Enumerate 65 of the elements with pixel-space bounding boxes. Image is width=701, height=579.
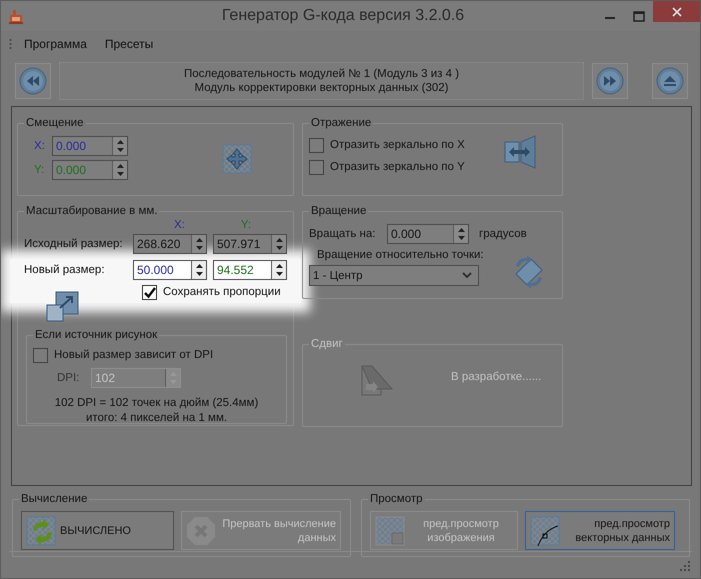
group-title: Масштабирование в мм. — [26, 205, 158, 217]
column-header: Y: — [240, 219, 252, 233]
caret-icon — [462, 272, 472, 279]
group-title: Смещение — [26, 117, 84, 129]
resize-grip-icon[interactable] — [680, 561, 690, 571]
window-title: Генератор G-кода версия 3.2.0.6 — [220, 7, 466, 25]
dropdown[interactable]: 1 - Центр — [309, 265, 479, 286]
group-title: Просмотр — [370, 493, 423, 505]
rewind-icon — [19, 67, 47, 95]
column-header: X: — [174, 219, 185, 233]
vector-button[interactable]: пред.просмотр векторных данных — [524, 511, 675, 550]
app-icon — [8, 8, 24, 24]
fast-forward-icon — [596, 67, 624, 95]
shear-icon — [361, 365, 393, 396]
number-field[interactable]: 0.000 — [52, 136, 128, 156]
dpi-note: 102 DPI = 102 точек на дюйм (25.4мм) — [54, 396, 258, 411]
group-title: Сдвиг — [311, 338, 343, 350]
refresh-icon — [26, 516, 56, 546]
number-field[interactable]: 94.552 — [213, 260, 287, 280]
group-title: Отражение — [311, 117, 372, 129]
curve-preview-icon — [530, 516, 560, 546]
group-title: Если источник рисунок — [35, 329, 158, 341]
checkbox[interactable] — [309, 138, 324, 152]
field-label: X: — [34, 140, 46, 152]
move-arrows-icon — [222, 144, 252, 174]
checkbox[interactable] — [142, 284, 157, 300]
checkmark-icon — [142, 286, 156, 298]
eject-icon — [656, 67, 684, 95]
group-title: Вращение — [311, 205, 366, 217]
spin-arrows-icon[interactable] — [276, 264, 282, 276]
mirror-icon — [503, 134, 537, 170]
sequence-text: Последовательность модулей № 1 (Модуль 3 из 4 ) — [184, 67, 460, 81]
field-label: Новый размер: — [24, 264, 106, 276]
field-label: Вращать на: — [309, 228, 376, 240]
field-label: Y: — [34, 164, 46, 176]
eject-button[interactable] — [652, 63, 688, 99]
number-field[interactable]: 268.620 — [133, 234, 207, 254]
checkbox-label: Отразить зеркально по Y — [330, 161, 465, 173]
field-label: DPI: — [57, 372, 80, 384]
maximize-icon[interactable] — [632, 10, 644, 22]
field-label: Исходный размер: — [24, 238, 124, 250]
calculate-button[interactable]: ВЫЧИСЛЕНО — [21, 511, 174, 550]
status-note: В разработке...... — [451, 371, 542, 383]
checkbox-label: Отразить зеркально по X — [330, 139, 465, 151]
grip-icon — [9, 38, 12, 50]
checkbox-label: Сохранять пропорции — [163, 286, 281, 298]
number-field[interactable]: 0.000 — [387, 224, 469, 244]
rewind-button[interactable] — [15, 63, 51, 99]
menu-item[interactable]: Программа — [18, 35, 93, 53]
field-label: Вращение относительно точки: — [316, 249, 484, 261]
checkbox-label: Новый размер зависит от DPI — [54, 349, 214, 361]
close-icon[interactable] — [672, 6, 682, 16]
group-title: Вычисление — [21, 493, 88, 505]
menu-item[interactable]: Пресеты — [98, 35, 160, 53]
number-field[interactable]: 50.000 — [133, 260, 207, 280]
checkbox[interactable] — [309, 160, 324, 174]
number-field[interactable]: 507.971 — [213, 234, 287, 254]
resize-icon — [46, 291, 79, 322]
checkbox[interactable] — [33, 348, 48, 362]
spin-arrows-icon[interactable] — [196, 264, 202, 276]
dpi-note: итого: 4 пикселей на 1 мм. — [86, 411, 228, 426]
unit-label: градусов — [479, 228, 527, 240]
fast-forward-button[interactable] — [592, 63, 628, 99]
image-preview-icon — [374, 516, 405, 546]
module-name: Модуль корректировки векторных данных (302) — [194, 81, 448, 95]
